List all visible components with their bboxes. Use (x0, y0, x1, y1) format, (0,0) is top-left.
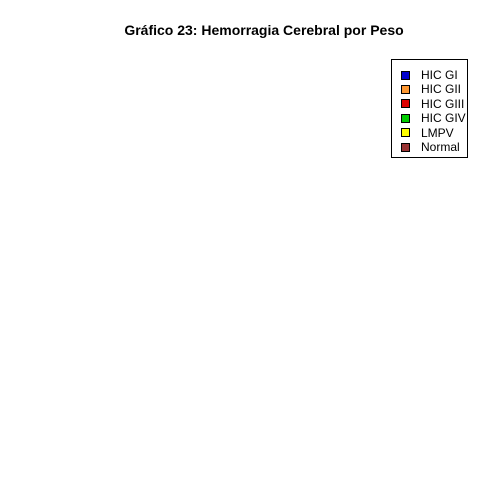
legend-label: HIC GII (421, 82, 462, 97)
legend-item: HIC GIV (401, 111, 466, 125)
chart-legend: HIC GI HIC GII HIC GIII HIC GIV LMPV Normal (391, 59, 468, 158)
chart-title: Gráfico 23: Hemorragia Cerebral por Peso (124, 22, 404, 38)
legend-item: LMPV (401, 126, 454, 140)
legend-label: HIC GIV (421, 111, 466, 126)
legend-swatch (401, 99, 410, 109)
legend-label: Normal (421, 140, 460, 154)
legend-item: HIC GII (401, 82, 461, 96)
legend-item: HIC GIII (401, 97, 464, 111)
legend-swatch (401, 142, 410, 152)
legend-item: Normal (401, 140, 460, 154)
legend-label: HIC GIII (421, 96, 465, 111)
legend-swatch (401, 113, 410, 123)
legend-label: LMPV (421, 125, 454, 140)
legend-label: HIC GI (421, 68, 458, 82)
legend-swatch (401, 128, 410, 138)
legend-swatch (401, 70, 410, 80)
legend-item: HIC GI (401, 68, 458, 82)
legend-swatch (401, 84, 410, 94)
